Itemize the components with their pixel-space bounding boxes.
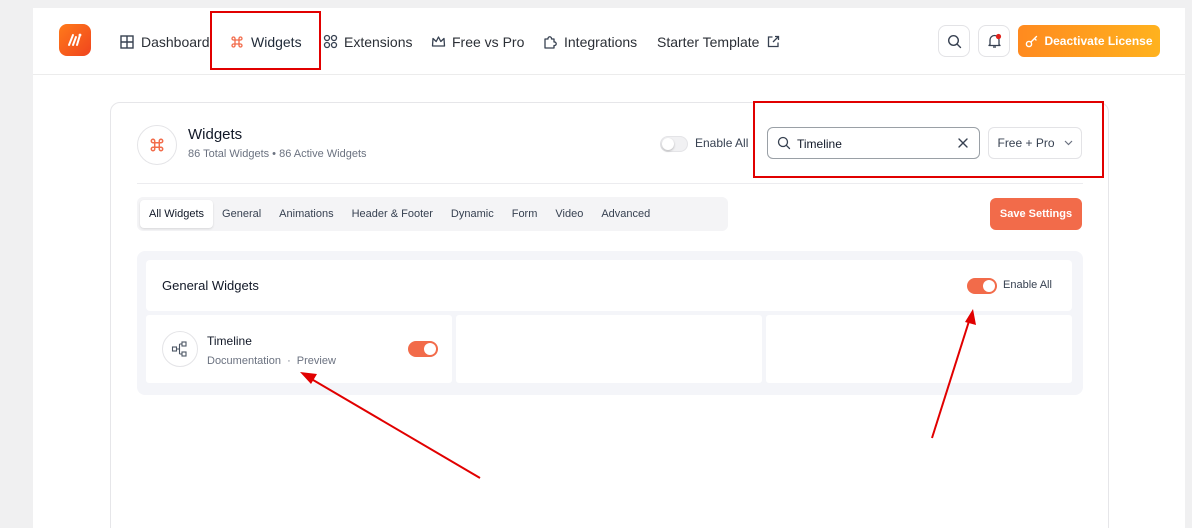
- nav-integrations-label: Integrations: [564, 33, 638, 50]
- tab-general[interactable]: General: [213, 200, 270, 228]
- toggle-knob: [983, 280, 995, 292]
- nav-dashboard-label: Dashboard: [141, 33, 210, 50]
- deactivate-license-button[interactable]: Deactivate License: [1018, 25, 1160, 57]
- search-value: Timeline: [797, 137, 842, 151]
- nav-extensions-label: Extensions: [344, 33, 413, 50]
- timeline-widget-links: Documentation · Preview: [207, 355, 336, 367]
- nav-widgets[interactable]: Widgets: [229, 8, 302, 75]
- tab-header-footer[interactable]: Header & Footer: [343, 200, 442, 228]
- nav-dashboard[interactable]: Dashboard: [119, 8, 210, 75]
- notifications-button[interactable]: [978, 25, 1010, 57]
- toggle-knob: [424, 343, 436, 355]
- nav-integrations[interactable]: Integrations: [542, 8, 637, 75]
- general-widgets-title: General Widgets: [162, 278, 259, 293]
- widgets-card: Widgets 86 Total Widgets • 86 Active Wid…: [110, 102, 1109, 528]
- documentation-link[interactable]: Documentation: [207, 355, 281, 367]
- deactivate-license-label: Deactivate License: [1044, 34, 1153, 48]
- empty-widget-cell: [456, 315, 762, 383]
- preview-link[interactable]: Preview: [297, 355, 336, 367]
- search-button[interactable]: [938, 25, 970, 57]
- enable-all-toggle-top[interactable]: [660, 136, 688, 152]
- link-separator: ·: [287, 355, 291, 367]
- command-icon: [229, 34, 245, 50]
- external-link-icon: [765, 34, 781, 50]
- crown-icon: [430, 34, 446, 50]
- plan-filter-select[interactable]: Free + Pro: [988, 127, 1082, 159]
- top-navigation-bar: Dashboard Widgets Extensions Free vs Pro: [33, 8, 1185, 75]
- general-widgets-panel: General Widgets Enable All Timeline Docu…: [137, 251, 1083, 395]
- puzzle-icon: [542, 34, 558, 50]
- timeline-widget-icon: [162, 331, 198, 367]
- nav-free-vs-pro[interactable]: Free vs Pro: [430, 8, 524, 75]
- chevron-down-icon: [1064, 140, 1072, 146]
- key-icon: [1026, 35, 1038, 47]
- grid-icon: [119, 34, 135, 50]
- app-frame: Dashboard Widgets Extensions Free vs Pro: [33, 8, 1185, 528]
- toggle-knob: [662, 138, 674, 150]
- empty-widget-cell: [766, 315, 1072, 383]
- plan-filter-value: Free + Pro: [997, 136, 1055, 150]
- tab-advanced[interactable]: Advanced: [592, 200, 659, 228]
- widgets-count-subtitle: 86 Total Widgets • 86 Active Widgets: [188, 148, 367, 160]
- search-icon: [947, 34, 961, 48]
- tab-video[interactable]: Video: [546, 200, 592, 228]
- general-enable-all-label: Enable All: [1003, 279, 1052, 291]
- widget-search-input[interactable]: Timeline: [767, 127, 980, 159]
- nav-free-vs-pro-label: Free vs Pro: [452, 33, 525, 50]
- clear-search-icon[interactable]: [956, 136, 970, 150]
- nodes-icon: [322, 34, 338, 50]
- widgets-title: Widgets: [188, 126, 243, 143]
- nav-starter-template-label: Starter Template: [657, 33, 760, 50]
- widgets-header-icon: [137, 125, 177, 165]
- save-settings-button[interactable]: Save Settings: [990, 198, 1082, 230]
- nav-extensions[interactable]: Extensions: [322, 8, 412, 75]
- tab-form[interactable]: Form: [503, 200, 547, 228]
- header-divider: [137, 183, 1083, 184]
- timeline-widget-toggle[interactable]: [408, 341, 438, 357]
- widget-card-timeline: Timeline Documentation · Preview: [146, 315, 452, 383]
- tab-all-widgets[interactable]: All Widgets: [140, 200, 214, 228]
- bell-icon: [987, 33, 1001, 48]
- enable-all-label-top: Enable All: [695, 136, 749, 150]
- nav-starter-template[interactable]: Starter Template: [657, 8, 781, 75]
- category-tabs: All Widgets General Animations Header & …: [137, 197, 728, 231]
- logo-mark-icon: [68, 33, 82, 46]
- nav-widgets-label: Widgets: [251, 33, 302, 50]
- brand-logo[interactable]: [59, 24, 91, 56]
- timeline-icon: [171, 341, 187, 357]
- general-widgets-header: General Widgets Enable All: [146, 260, 1072, 311]
- tab-dynamic[interactable]: Dynamic: [442, 200, 503, 228]
- timeline-widget-name: Timeline: [207, 334, 252, 348]
- general-enable-all-toggle[interactable]: [967, 278, 997, 294]
- search-icon: [777, 136, 791, 150]
- command-icon: [150, 138, 164, 152]
- tab-animations[interactable]: Animations: [270, 200, 342, 228]
